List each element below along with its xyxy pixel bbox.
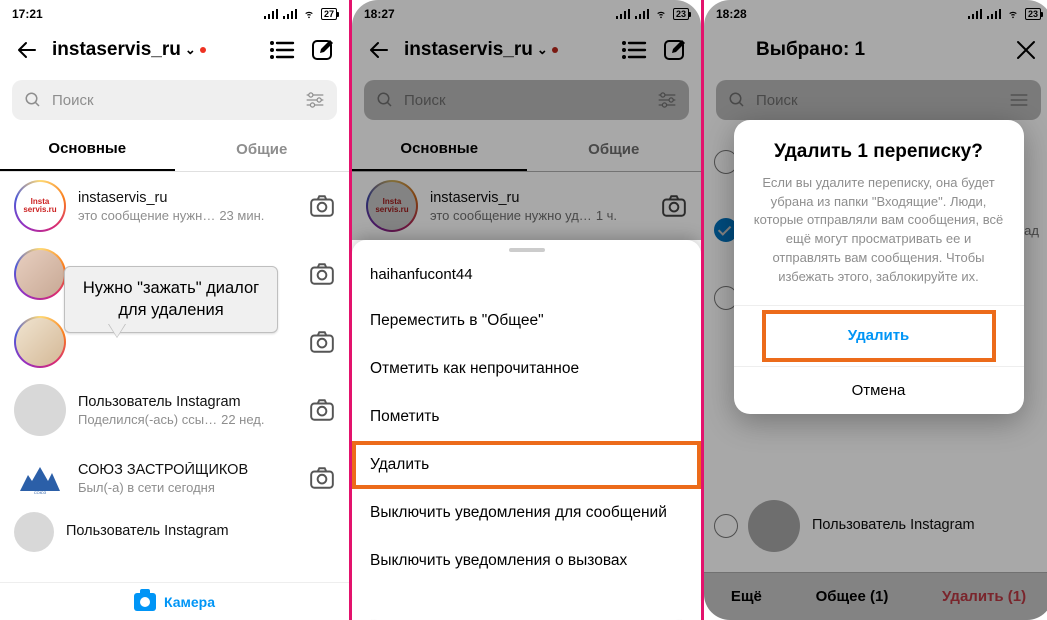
confirm-dialog: Удалить 1 переписку? Если вы удалите пер… [734,120,1024,414]
sheet-username: haihanfucont44 [352,258,701,297]
signal-icon-2 [283,9,297,19]
wifi-icon [302,9,316,19]
header: instaservis_ru ⌄ [0,24,349,76]
camera-filled-icon [134,593,156,611]
video-chat-button[interactable] [267,35,297,65]
screen-2-action-sheet: 18:27 23 instaservis_ru⌄ Поиск ОсновныеО… [352,0,701,620]
back-button[interactable] [12,35,42,65]
search-placeholder: Поиск [52,92,295,109]
camera-icon[interactable] [309,398,335,422]
sheet-option-move[interactable]: Переместить в "Общее" [352,297,701,345]
battery-icon: 27 [321,8,337,20]
chat-name: instaservis_ru [78,190,297,206]
dialog-cancel-button[interactable]: Отмена [734,366,1024,414]
camera-icon[interactable] [309,330,335,354]
chat-name: СОЮЗ ЗАСТРОЙЩИКОВ [78,462,297,478]
screen-1-dm-inbox: 17:21 27 instaservis_ru ⌄ Поиск Основные… [0,0,349,620]
filter-icon[interactable] [305,91,325,109]
tab-primary[interactable]: Основные [0,128,175,171]
sheet-option-mute-call[interactable]: Выключить уведомления о вызовах [352,537,701,585]
dialog-title: Удалить 1 переписку? [734,120,1024,174]
sheet-option-flag[interactable]: Пометить [352,393,701,441]
account-switcher[interactable]: instaservis_ru ⌄ [52,39,257,61]
compose-icon [310,38,334,62]
account-name: instaservis_ru [52,39,181,61]
dialog-body: Если вы удалите переписку, она будет убр… [734,174,1024,305]
camera-icon[interactable] [309,262,335,286]
signal-icon [264,9,278,19]
new-message-button[interactable] [307,35,337,65]
sheet-option-delete[interactable]: Удалить [352,441,701,489]
camera-label: Камера [164,594,215,610]
avatar [14,512,54,552]
search-field[interactable]: Поиск [12,80,337,120]
inbox-tabs: Основные Общие [0,128,349,172]
status-time: 17:21 [12,7,43,21]
dialog-delete-button[interactable]: Удалить [764,312,994,360]
action-sheet: haihanfucont44 Переместить в "Общее" Отм… [352,240,701,620]
sheet-option-mute-msg[interactable]: Выключить уведомления для сообщений [352,489,701,537]
notification-dot-icon [200,47,206,53]
list-icon [269,39,295,61]
tab-general[interactable]: Общие [175,128,350,171]
chat-row[interactable]: Instaservis.ru instaservis_ru это сообще… [0,172,349,240]
status-bar: 17:21 27 [0,0,349,24]
chat-preview: Поделился(-ась) ссы…22 нед. [78,412,297,427]
instruction-callout: Нужно "зажать" диалог для удаления [64,266,278,333]
camera-footer-button[interactable]: Камера [0,582,349,620]
camera-icon[interactable] [309,194,335,218]
screen-3-confirm-delete: 18:28 23 Выбрано: 1 Поиск ад Пользовател… [704,0,1047,620]
avatar [14,384,66,436]
camera-icon[interactable] [309,466,335,490]
chat-preview: Был(-а) в сети сегодня [78,480,297,495]
chat-name: Пользователь Instagram [78,394,297,410]
sheet-option-unread[interactable]: Отметить как непрочитанное [352,345,701,393]
chat-preview: это сообщение нужн…23 мин. [78,208,297,223]
chat-name: Пользователь Instagram [66,523,335,539]
chat-row[interactable]: СОЮЗ СОЮЗ ЗАСТРОЙЩИКОВ Был(-а) в сети се… [0,444,349,512]
avatar [14,248,66,300]
avatar: Instaservis.ru [14,180,66,232]
search-icon [24,91,42,109]
avatar: СОЮЗ [14,452,66,504]
chevron-down-icon: ⌄ [185,42,196,58]
avatar [14,316,66,368]
drag-handle-icon[interactable] [509,248,545,252]
svg-text:СОЮЗ: СОЮЗ [34,490,47,495]
chat-row[interactable]: Пользователь Instagram [0,512,349,552]
arrow-left-icon [15,38,39,62]
chat-row[interactable]: Пользователь Instagram Поделился(-ась) с… [0,376,349,444]
